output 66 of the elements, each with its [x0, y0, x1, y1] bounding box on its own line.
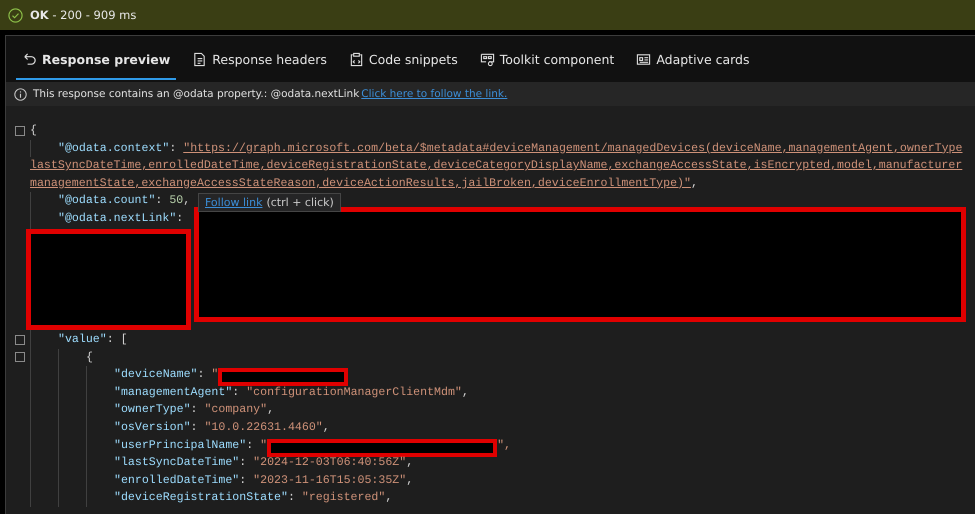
json-key: "ownerType" — [114, 401, 191, 419]
json-value: "registered" — [302, 490, 386, 506]
component-icon — [480, 52, 495, 66]
code-text: : — [232, 384, 240, 401]
tab[interactable]: Response headers — [186, 46, 333, 80]
code-text: : — [169, 140, 178, 157]
code-text: { — [30, 123, 37, 139]
fold-toggle[interactable] — [15, 352, 25, 362]
fold-toggle[interactable] — [15, 126, 25, 136]
follow-link[interactable]: Click here to follow the link. — [361, 88, 508, 100]
code-text: : — [190, 402, 198, 418]
code-text: , — [690, 176, 698, 192]
document-icon — [192, 52, 208, 66]
url-link[interactable]: lastSyncDateTime,enrolledDateTime,deviceRegistrationState,deviceCategoryDisplayName,exchangeAccessState,isEncrypted,model,manufacturer — [30, 157, 962, 175]
json-value: " — [211, 367, 218, 384]
fold-toggle[interactable] — [15, 334, 25, 345]
json-value: " — [260, 438, 268, 454]
json-key: "managementAgent" — [114, 384, 232, 402]
json-key: "userPrincipalName" — [114, 436, 246, 454]
code-text: : — [176, 210, 184, 227]
json-key: "deviceRegistrationState" — [114, 489, 288, 507]
code-text: , — [322, 420, 330, 436]
json-key: "@odata.nextLink" — [58, 210, 176, 228]
status-text: OK - 200 - 909 ms — [30, 8, 136, 22]
info-text: This response contains an @odata property.: @odata.nextLink — [33, 88, 360, 100]
back-arrow-icon — [22, 52, 37, 66]
follow-link[interactable]: Follow link — [205, 196, 262, 209]
code-text: : — [155, 193, 164, 210]
url-link[interactable]: "https://graph.microsoft.com/beta/$metadata#deviceManagement/managedDevices(deviceName,managementAgent,ownerType — [183, 140, 962, 158]
code-text: , — [406, 455, 414, 472]
tab[interactable]: Adaptive cards — [630, 46, 756, 80]
json-key: "@odata.context" — [58, 140, 170, 158]
code-text: : — [239, 455, 248, 472]
json-key: "enrolledDateTime" — [114, 472, 240, 490]
json-value: "2024-12-03T06:40:56Z" — [253, 455, 406, 472]
tab[interactable]: Response preview — [16, 46, 176, 80]
json-key: "@odata.count" — [58, 192, 156, 210]
clipboard-icon — [348, 52, 364, 66]
code-text: : — [190, 420, 198, 436]
code-text: , — [462, 384, 469, 401]
json-key: "lastSyncDateTime" — [114, 454, 240, 472]
code-text: , — [406, 472, 414, 489]
json-key: "deviceName" — [114, 366, 198, 384]
code-text: : — [198, 367, 206, 384]
code-text: : — [246, 438, 254, 454]
url-link[interactable]: managementState,exchangeAccessStateReason,deviceActionResults,jailBroken,deviceEnrollmentType)" — [30, 174, 691, 192]
code-text: : — [239, 472, 248, 489]
tooltip-hint: (ctrl + click) — [266, 196, 334, 209]
info-icon — [14, 88, 27, 100]
code-text: { — [86, 350, 93, 366]
json-value: "10.0.22631.4460" — [204, 420, 323, 436]
code-text: , — [183, 193, 190, 210]
json-value: "2023-11-16T15:05:35Z" — [253, 472, 406, 489]
code-text: , — [267, 402, 274, 418]
json-value: "configurationManagerClientMdm" — [246, 384, 462, 401]
card-icon — [636, 52, 652, 66]
tab[interactable]: Toolkit component — [474, 46, 620, 80]
json-value: "company" — [204, 402, 268, 418]
json-key: "value" — [58, 330, 107, 349]
tab[interactable]: Code snippets — [342, 46, 464, 80]
code-text: , — [385, 490, 392, 506]
json-value: ", — [497, 438, 512, 454]
json-value: 50 — [169, 193, 184, 210]
code-text: : [ — [106, 332, 128, 348]
code-text: : — [288, 490, 296, 506]
json-key: "osVersion" — [114, 418, 191, 437]
